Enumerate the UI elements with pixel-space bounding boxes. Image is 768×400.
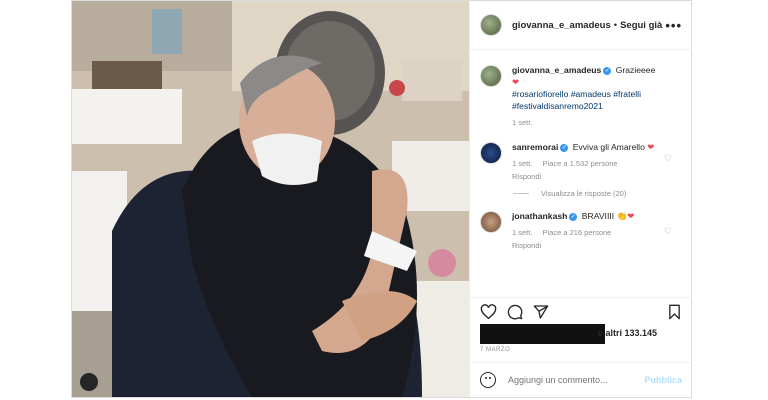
- verified-badge-icon: ✓: [560, 143, 569, 152]
- action-bar: [470, 297, 692, 325]
- clap-emoji-icon: 👏: [616, 211, 628, 221]
- red-heart-emoji-icon: ❤: [647, 142, 655, 152]
- comment-text: Evviva gli Amarello: [572, 142, 645, 152]
- comment-like-heart-icon[interactable]: ♡: [664, 226, 672, 237]
- comment-time[interactable]: 1 sett.: [512, 228, 532, 237]
- comments-list[interactable]: giovanna_e_amadeus ✓ Grazieeee ❤ #rosario…: [470, 56, 692, 294]
- avatar[interactable]: [480, 65, 502, 87]
- comment-item: sanremorai ✓ Evviva gli Amarello ❤ 1 sett…: [470, 129, 692, 183]
- separator-dot: •: [613, 19, 618, 31]
- reply-button[interactable]: Rispondi: [512, 172, 541, 181]
- post-username[interactable]: giovanna_e_amadeus: [512, 20, 611, 31]
- share-direct-icon[interactable]: [533, 304, 549, 320]
- likes-count[interactable]: e altri 133.145: [598, 328, 657, 338]
- comment-input[interactable]: [508, 375, 645, 385]
- emoji-icon[interactable]: [480, 372, 496, 388]
- red-heart-emoji-icon: ❤: [512, 77, 520, 87]
- avatar[interactable]: [480, 211, 502, 233]
- comment-time[interactable]: 1 sett.: [512, 159, 532, 168]
- replies-line: [513, 193, 529, 194]
- more-options-icon[interactable]: •••: [665, 18, 682, 33]
- comment-like-heart-icon[interactable]: ♡: [664, 153, 672, 164]
- post-header: giovanna_e_amadeus • Segui già •••: [470, 1, 692, 50]
- redaction-bar: [480, 324, 605, 344]
- follow-status-button[interactable]: Segui già: [620, 20, 662, 31]
- post-photo-image: [72, 1, 469, 397]
- post-modal: giovanna_e_amadeus • Segui già ••• giova…: [71, 0, 692, 398]
- caption: giovanna_e_amadeus ✓ Grazieeee ❤ #rosario…: [470, 56, 692, 129]
- post-sidebar: giovanna_e_amadeus • Segui già ••• giova…: [469, 1, 692, 397]
- reply-button[interactable]: Rispondi: [512, 241, 541, 250]
- caption-hashtags[interactable]: #rosariofiorello #amadeus #fratelli #fes…: [512, 88, 662, 112]
- caption-username[interactable]: giovanna_e_amadeus: [512, 65, 601, 75]
- publish-button[interactable]: Pubblica: [644, 375, 682, 385]
- caption-time[interactable]: 1 sett.: [512, 118, 532, 127]
- caption-text: Grazieeee: [615, 65, 656, 75]
- like-heart-icon[interactable]: [480, 303, 497, 320]
- post-date[interactable]: 7 MARZO: [480, 347, 510, 353]
- likes-row: e altri 133.145: [470, 323, 692, 345]
- avatar[interactable]: [480, 142, 502, 164]
- verified-badge-icon: ✓: [603, 66, 612, 75]
- tagged-users-icon[interactable]: [80, 373, 98, 391]
- comment-text: BRAVIIII: [581, 211, 615, 221]
- post-photo[interactable]: [72, 1, 469, 397]
- view-replies[interactable]: Visualizza le risposte (20): [470, 183, 692, 198]
- view-replies-label[interactable]: Visualizza le risposte (20): [541, 189, 626, 198]
- comment-icon[interactable]: [507, 304, 523, 320]
- avatar[interactable]: [480, 14, 502, 36]
- comment-username[interactable]: sanremorai: [512, 142, 558, 152]
- red-heart-emoji-icon: ❤: [627, 211, 635, 221]
- comment-username[interactable]: jonathankash: [512, 211, 567, 221]
- comment-likes[interactable]: Piace a 216 persone: [543, 228, 612, 237]
- comment-likes[interactable]: Piace a 1.532 persone: [543, 159, 618, 168]
- save-bookmark-icon[interactable]: [667, 304, 682, 320]
- verified-badge-icon: ✓: [569, 212, 578, 221]
- comment-item: jonathankash ✓ BRAVIIII 👏❤ 1 sett. Piace …: [470, 198, 692, 252]
- add-comment-bar: Pubblica: [470, 362, 692, 397]
